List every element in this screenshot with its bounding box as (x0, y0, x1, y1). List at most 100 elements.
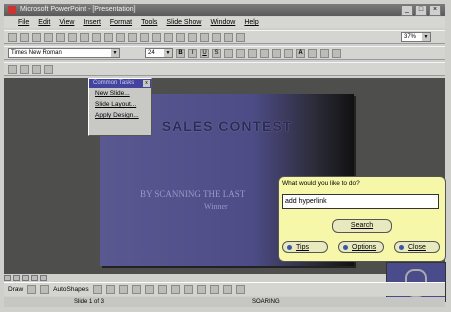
web-toolbar-icon[interactable] (152, 32, 161, 42)
insert-table-icon[interactable] (164, 32, 173, 42)
close-icon[interactable]: x (143, 80, 150, 87)
menu-edit[interactable]: Edit (38, 17, 50, 28)
new-slide-item[interactable]: New Slide... (89, 88, 151, 99)
select-arrow-icon[interactable] (27, 285, 37, 294)
autoshapes-menu[interactable]: AutoShapes (53, 286, 88, 293)
slide-subtitle[interactable]: BY SCANNING THE LAST (140, 189, 245, 199)
grow-font-button[interactable]: A (296, 48, 305, 58)
rectangle-icon[interactable] (118, 285, 128, 294)
status-bar: Slide 1 of 3 SOARING (4, 297, 445, 307)
options-button[interactable]: Options (338, 241, 384, 253)
insert-clipart-icon[interactable] (188, 32, 197, 42)
view-buttons (4, 274, 84, 282)
tips-button[interactable]: Tips (282, 241, 328, 253)
arrow-icon[interactable] (105, 285, 115, 294)
italic-button[interactable]: I (188, 48, 197, 58)
fill-color-icon[interactable] (170, 285, 180, 294)
standard-toolbar: 37% ▼ (4, 30, 445, 44)
bullet-icon (399, 244, 404, 250)
tasks-icon[interactable] (20, 64, 29, 74)
demote-icon[interactable] (332, 48, 341, 58)
hyperlink-icon[interactable] (140, 32, 149, 42)
minimize-button[interactable]: _ (401, 5, 413, 16)
slide-layout-icon[interactable] (212, 32, 221, 42)
undo-icon[interactable] (116, 32, 125, 42)
arrow-style-icon[interactable] (235, 285, 245, 294)
grayscale-icon[interactable] (236, 32, 245, 42)
shrink-font-icon[interactable] (308, 48, 317, 58)
bold-button[interactable]: B (176, 48, 185, 58)
title-bar: Microsoft PowerPoint - [Presentation] _ … (4, 4, 445, 16)
bullets-icon[interactable] (272, 48, 281, 58)
slide-sorter-icon[interactable] (31, 275, 38, 281)
new-icon[interactable] (8, 32, 17, 42)
assistant-input[interactable]: add hyperlink (282, 194, 439, 209)
line-color-icon[interactable] (183, 285, 193, 294)
chevron-down-icon[interactable]: ▼ (422, 33, 430, 41)
spelling-icon[interactable] (56, 32, 65, 42)
line-style-icon[interactable] (209, 285, 219, 294)
menu-help[interactable]: Help (244, 17, 258, 28)
copy-icon[interactable] (80, 32, 89, 42)
close-balloon-button[interactable]: Close (394, 241, 440, 253)
normal-view-icon[interactable] (4, 275, 11, 281)
slide-icon[interactable] (32, 64, 41, 74)
draw-menu[interactable]: Draw (8, 286, 23, 293)
align-left-icon[interactable] (224, 48, 233, 58)
slide-layout-item[interactable]: Slide Layout... (89, 99, 151, 110)
apply-design-icon[interactable] (224, 32, 233, 42)
promote-icon[interactable] (320, 48, 329, 58)
font-select[interactable]: Times New Roman ▼ (8, 48, 120, 58)
options-label: Options (352, 244, 377, 251)
apply-design-item[interactable]: Apply Design... (89, 110, 151, 121)
menu-file[interactable]: File (18, 17, 29, 28)
popup-title-text: Common Tasks (93, 80, 135, 86)
paste-icon[interactable] (92, 32, 101, 42)
chevron-down-icon[interactable]: ▼ (164, 49, 172, 57)
common-tasks-icon[interactable] (8, 64, 17, 74)
close-button[interactable]: × (429, 5, 441, 16)
chevron-down-icon[interactable]: ▼ (111, 49, 119, 57)
dash-style-icon[interactable] (222, 285, 232, 294)
numbering-icon[interactable] (260, 48, 269, 58)
oval-icon[interactable] (131, 285, 141, 294)
textbox-icon[interactable] (144, 285, 154, 294)
wordart-icon[interactable] (157, 285, 167, 294)
slide-show-icon[interactable] (40, 275, 47, 281)
search-button[interactable]: Search (332, 219, 392, 233)
menu-insert[interactable]: Insert (83, 17, 101, 28)
save-icon[interactable] (32, 32, 41, 42)
assistant-balloon: What would you like to do? add hyperlink… (278, 176, 446, 262)
maximize-button[interactable]: □ (415, 5, 427, 16)
underline-button[interactable]: U (200, 48, 209, 58)
increase-spacing-icon[interactable] (284, 48, 293, 58)
slide-subtitle-2[interactable]: Winner (204, 202, 228, 211)
menu-view[interactable]: View (59, 17, 74, 28)
shadow-button[interactable]: S (212, 48, 221, 58)
window-controls: _ □ × (401, 5, 441, 16)
slide-view-icon[interactable] (22, 275, 29, 281)
outline-view-icon[interactable] (13, 275, 20, 281)
menu-tools[interactable]: Tools (141, 17, 157, 28)
cut-icon[interactable] (68, 32, 77, 42)
design-name: SOARING (252, 299, 280, 305)
zoom-select[interactable]: 37% ▼ (401, 32, 431, 42)
open-icon[interactable] (20, 32, 29, 42)
align-center-icon[interactable] (236, 48, 245, 58)
popup-title[interactable]: Common Tasks x (89, 79, 151, 88)
font-size-select[interactable]: 24 ▼ (145, 48, 173, 58)
new-slide-icon[interactable] (200, 32, 209, 42)
mini-toolbar (4, 62, 445, 76)
line-icon[interactable] (92, 285, 102, 294)
outline-icon[interactable] (44, 64, 53, 74)
rotate-icon[interactable] (40, 285, 50, 294)
align-right-icon[interactable] (248, 48, 257, 58)
insert-chart-icon[interactable] (176, 32, 185, 42)
redo-icon[interactable] (128, 32, 137, 42)
print-icon[interactable] (44, 32, 53, 42)
menu-format[interactable]: Format (110, 17, 132, 28)
font-color-icon[interactable] (196, 285, 206, 294)
format-painter-icon[interactable] (104, 32, 113, 42)
menu-slide-show[interactable]: Slide Show (166, 17, 201, 28)
menu-window[interactable]: Window (210, 17, 235, 28)
